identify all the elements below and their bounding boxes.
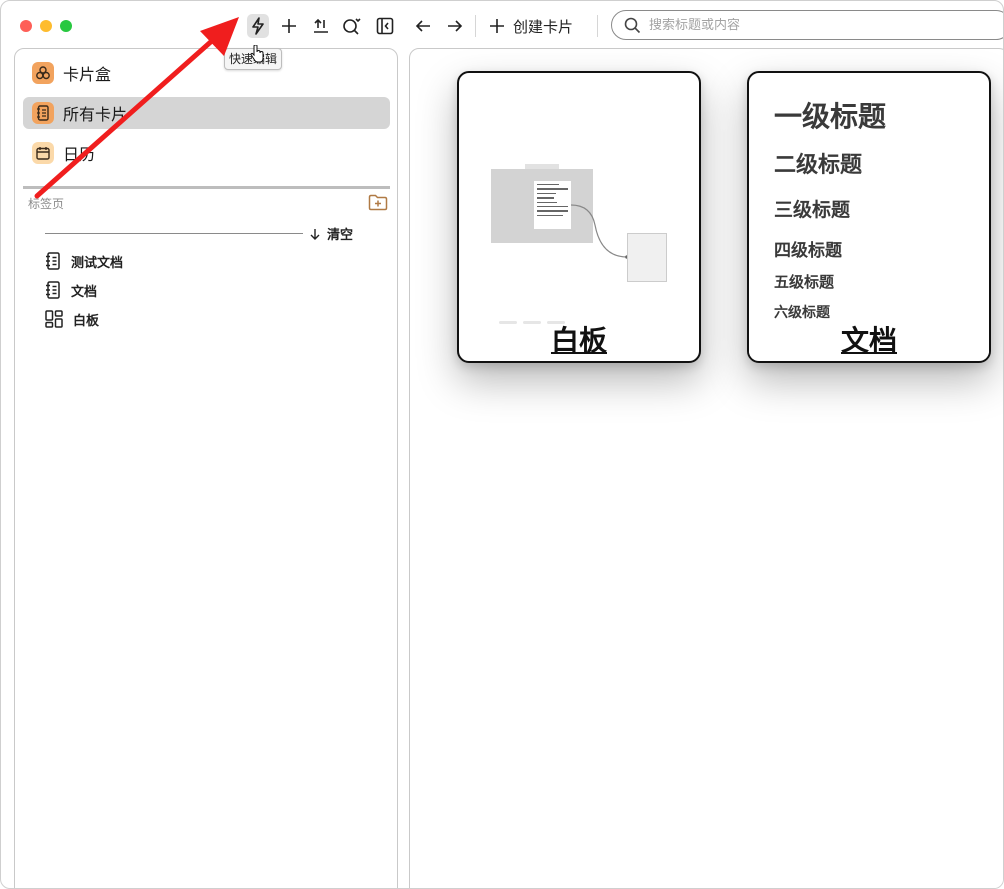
tab-item[interactable]: 白板 [45,309,99,329]
sidebar-item-label: 所有卡片 [63,105,128,124]
quick-edit-tooltip: 快速编辑 [224,48,283,70]
whiteboard-connector [571,204,629,259]
import-button[interactable] [310,14,332,38]
folder-plus-icon [368,194,388,211]
sidebar-item-label: 卡片盒 [63,65,112,84]
card-grid: 白板 一级标题 二级标题 三级标题 四级标题 五级标题 六级标题 文档 [409,48,1003,888]
notebook-icon [32,102,54,124]
tab-item[interactable]: 文档 [45,280,97,300]
card-box-icon [32,62,54,84]
doc-heading-1: 一级标题 [774,100,887,133]
close-window-button[interactable] [20,20,32,32]
create-card-label: 创建卡片 [513,17,574,36]
toolbar-separator [597,15,598,37]
tab-item-label: 文档 [71,284,98,300]
whiteboard-thumbnail [627,233,667,282]
plus-icon [490,19,504,33]
tab-item[interactable]: 测试文档 [45,251,123,271]
quick-edit-button[interactable] [247,14,269,38]
sidebar-divider [23,186,390,189]
search-box[interactable] [611,10,1003,40]
add-button[interactable] [279,14,299,38]
clear-tabs-button[interactable]: 清空 [309,224,353,243]
lightning-icon [252,17,264,35]
sidebar-item-all-cards[interactable]: 所有卡片 [23,97,390,129]
doc-heading-4: 四级标题 [774,241,842,261]
tab-item-label: 测试文档 [71,255,124,271]
search-icon [624,17,641,33]
sidebar-item-label: 日历 [63,145,96,164]
arrow-right-icon [448,20,463,32]
grid-icon [45,310,63,328]
new-folder-button[interactable] [368,194,388,215]
toggle-sidebar-button[interactable] [374,14,396,38]
doc-heading-5: 五级标题 [774,273,835,291]
doc-heading-2: 二级标题 [774,153,863,178]
arrow-left-icon [415,20,430,32]
tab-item-label: 白板 [73,313,100,329]
search-refresh-icon [343,18,361,35]
sidebar-item-calendar[interactable]: 日历 [23,137,390,169]
refresh-search-button[interactable] [341,14,363,38]
sidebar-toggle-icon [376,17,394,35]
minimize-window-button[interactable] [40,20,52,32]
calendar-icon [32,142,54,164]
plus-icon [282,19,296,33]
forward-button[interactable] [445,14,465,38]
card-title: 白板 [550,324,607,357]
clear-label: 清空 [327,228,354,243]
notebook-icon [46,281,60,299]
card-whiteboard[interactable]: 白板 [457,71,701,363]
card-document[interactable]: 一级标题 二级标题 三级标题 四级标题 五级标题 六级标题 文档 [747,71,991,363]
create-card-button[interactable]: 创建卡片 [489,14,573,38]
app-window: 创建卡片 卡片盒 所有卡片 日历 标签页 [0,0,1004,889]
clear-divider-line [45,233,303,234]
toolbar-separator [475,15,476,37]
doc-heading-3: 三级标题 [774,199,851,221]
arrow-down-icon [310,228,320,240]
search-input[interactable] [649,17,969,33]
card-title: 文档 [749,319,989,359]
back-button[interactable] [413,14,433,38]
notebook-icon [46,252,60,270]
sidebar: 卡片盒 所有卡片 日历 标签页 清空 测试文档 文档 白板 [14,48,398,888]
tabs-section-title: 标签页 [28,197,65,211]
sidebar-item-card-box[interactable]: 卡片盒 [23,57,390,89]
whiteboard-thumbnail [534,181,571,229]
upload-icon [314,18,328,33]
zoom-window-button[interactable] [60,20,72,32]
